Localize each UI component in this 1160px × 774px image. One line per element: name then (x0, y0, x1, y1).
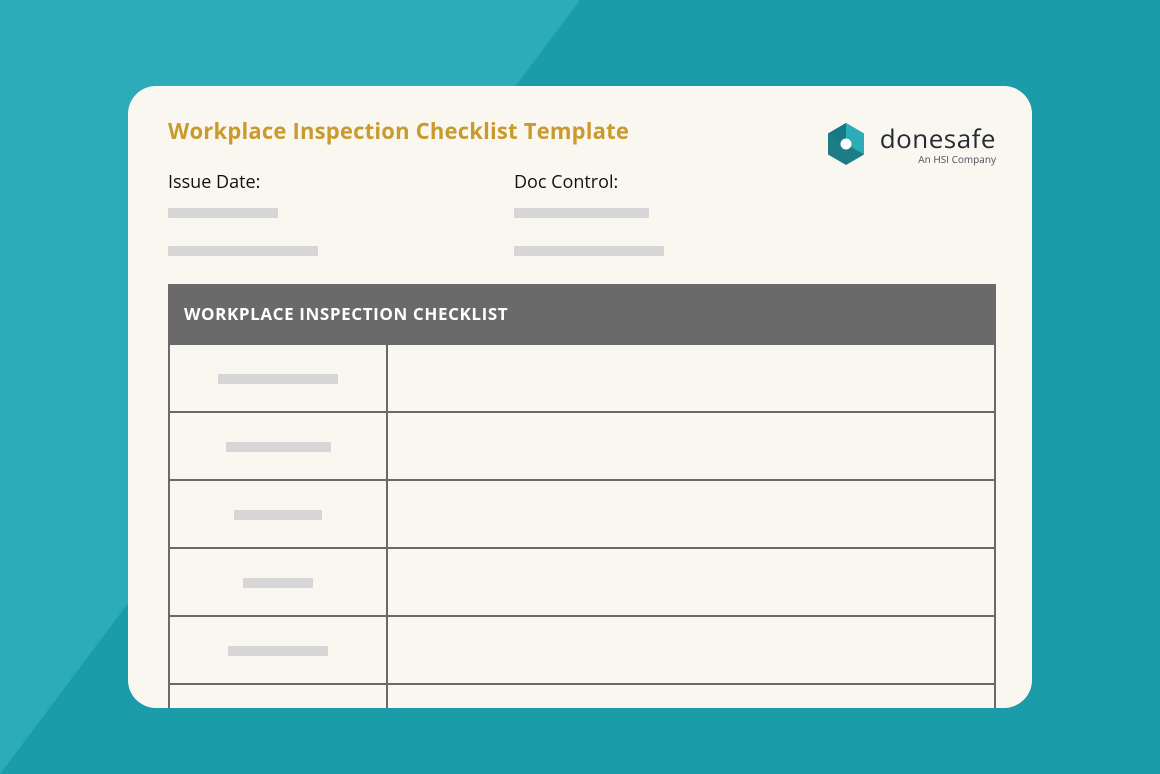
brand-text: donesafe An HSI Company (880, 125, 996, 164)
card-inner: Workplace Inspection Checklist Template … (128, 86, 1032, 708)
row-label-cell (169, 412, 387, 480)
meta-row: Issue Date: Doc Control: (168, 170, 996, 256)
table-row (169, 548, 995, 616)
donesafe-logo-icon (822, 120, 870, 168)
row-value-cell (387, 480, 995, 548)
brand-subline: An HSI Company (918, 154, 996, 164)
placeholder-line (243, 578, 313, 588)
placeholder-line (514, 208, 649, 218)
table-row (169, 616, 995, 684)
stage: Workplace Inspection Checklist Template … (0, 0, 1160, 774)
row-label-cell (169, 616, 387, 684)
doc-control-label: Doc Control: (514, 170, 860, 194)
placeholder-line (514, 246, 664, 256)
row-label-cell (169, 684, 387, 708)
table-title: WORKPLACE INSPECTION CHECKLIST (168, 284, 996, 343)
placeholder-line (226, 442, 331, 452)
checklist-grid (168, 343, 996, 708)
row-value-cell (387, 684, 995, 708)
table-row (169, 344, 995, 412)
row-label-cell (169, 344, 387, 412)
doc-control-block: Doc Control: (514, 170, 860, 256)
table-row (169, 480, 995, 548)
table-row (169, 684, 995, 708)
row-value-cell (387, 616, 995, 684)
placeholder-line (168, 208, 278, 218)
issue-date-block: Issue Date: (168, 170, 514, 256)
brand-logo: donesafe An HSI Company (822, 120, 996, 168)
checklist-table: WORKPLACE INSPECTION CHECKLIST (168, 284, 996, 708)
row-label-cell (169, 480, 387, 548)
table-row (169, 412, 995, 480)
placeholder-line (168, 246, 318, 256)
brand-name: donesafe (880, 125, 996, 151)
row-value-cell (387, 412, 995, 480)
document-card: Workplace Inspection Checklist Template … (128, 86, 1032, 708)
row-value-cell (387, 548, 995, 616)
issue-date-label: Issue Date: (168, 170, 514, 194)
placeholder-line (234, 510, 322, 520)
row-label-cell (169, 548, 387, 616)
row-value-cell (387, 344, 995, 412)
placeholder-line (228, 646, 328, 656)
placeholder-line (218, 374, 338, 384)
